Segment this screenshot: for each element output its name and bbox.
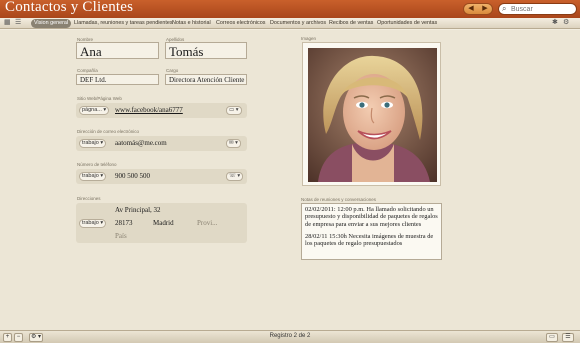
first-name-field[interactable]: Ana xyxy=(76,42,159,59)
province-value[interactable]: Provi... xyxy=(197,219,217,227)
app-title: Contactos y Clientes xyxy=(5,0,134,15)
tab-bar: ▦ ☰ Vision general Llamadas, reuniones y… xyxy=(0,18,580,29)
position-label: Cargo xyxy=(166,68,179,73)
email-label: Dirección de correo electrónico xyxy=(77,129,140,134)
address-type-value: trabajo xyxy=(82,220,99,226)
address-row: trabajo ▾ Av Principal, 32 28173 Madrid … xyxy=(76,203,247,243)
main-panel: Nombre Ana Apellidos Tomás Compañía DEF … xyxy=(0,30,580,330)
position-field[interactable]: Directora Atención Cliente xyxy=(165,74,247,85)
last-name-field[interactable]: Tomás xyxy=(165,42,247,59)
website-value[interactable]: www.facebook/ana6777 xyxy=(115,106,183,114)
website-type-select[interactable]: págna... ▾ xyxy=(79,106,110,115)
list-view-icon[interactable]: ☰ xyxy=(15,19,21,27)
position-value: Directora Atención Cliente xyxy=(169,76,245,84)
phone-type-value: trabajo xyxy=(82,173,99,179)
contact-photo xyxy=(308,48,437,182)
sidebar-toggle-button[interactable]: ☰ xyxy=(562,333,574,342)
bottom-bar: + − ⚙ ▾ Registro 2 de 2 ▭ ☰ xyxy=(0,330,580,343)
search-box: ⌕ xyxy=(498,3,577,15)
company-label: Compañía xyxy=(77,68,98,73)
website-action-button[interactable]: ▭ ▾ xyxy=(226,106,242,115)
company-field[interactable]: DEF Ltd. xyxy=(76,74,159,85)
record-navigation: ◀ ▶ xyxy=(463,3,493,15)
chevron-down-icon: ▾ xyxy=(100,220,104,226)
tab-correos[interactable]: Correos electrónicos xyxy=(216,19,265,28)
phone-icon: ☏ xyxy=(229,173,236,179)
web-icon: ▭ xyxy=(229,107,235,113)
mail-icon: ✉ xyxy=(229,140,234,146)
tab-oportunidades[interactable]: Oportunidades de ventas xyxy=(377,19,437,28)
search-icon: ⌕ xyxy=(502,4,507,13)
image-label: Imagen xyxy=(301,36,317,41)
chevron-down-icon: ▾ xyxy=(100,140,104,146)
edit-layout-button[interactable]: ▭ xyxy=(546,333,558,342)
portrait-image xyxy=(308,48,437,182)
street-value[interactable]: Av Principal, 32 xyxy=(115,206,161,214)
chevron-down-icon: ▾ xyxy=(235,107,239,113)
notes-label: Notas de reuniones y conversaciones xyxy=(301,197,377,202)
title-bar: Contactos y Clientes ◀ ▶ ⌕ xyxy=(0,0,580,18)
website-label: Sitio Web/Página Web xyxy=(77,96,122,101)
address-type-select[interactable]: trabajo ▾ xyxy=(79,219,107,228)
note-entry: 28/02/11 15:30h Necesita imágenes de mue… xyxy=(305,232,434,248)
list-icon: ☰ xyxy=(565,334,571,340)
notes-field[interactable]: 02/02/2011: 12:00 p.m. Ha llamado solici… xyxy=(301,203,442,260)
tab-notas[interactable]: Notas e historial xyxy=(172,19,211,28)
country-value[interactable]: País xyxy=(115,232,127,240)
forward-icon[interactable]: ▶ xyxy=(478,4,492,14)
phone-value[interactable]: 900 500 500 xyxy=(115,172,150,180)
settings-icon[interactable]: ✱ xyxy=(552,19,558,27)
last-name-value: Tomás xyxy=(169,44,204,59)
email-value[interactable]: aatomás@me.com xyxy=(115,139,167,147)
web-icon: ▭ xyxy=(549,334,555,340)
chevron-down-icon: ▾ xyxy=(237,173,241,179)
note-entry: 02/02/2011: 12:00 p.m. Ha llamado solici… xyxy=(305,206,438,228)
photo-frame[interactable] xyxy=(302,42,441,186)
gear-icon[interactable]: ⚙ xyxy=(563,19,569,27)
record-status: Registro 2 de 2 xyxy=(269,333,311,339)
phone-action-button[interactable]: ☏ ▾ xyxy=(226,172,244,181)
tab-documentos[interactable]: Documentos y archivos xyxy=(270,19,326,28)
first-name-value: Ana xyxy=(80,44,102,59)
email-row: trabajo ▾ aatomás@me.com ✉ ▾ xyxy=(76,136,247,151)
chevron-down-icon: ▾ xyxy=(235,140,238,146)
website-row: págna... ▾ www.facebook/ana6777 ▭ ▾ xyxy=(76,103,247,118)
address-label: Direcciones xyxy=(77,196,101,201)
email-type-value: trabajo xyxy=(82,140,99,146)
back-icon[interactable]: ◀ xyxy=(464,4,478,14)
grid-view-icon[interactable]: ▦ xyxy=(4,19,11,27)
chevron-down-icon: ▾ xyxy=(100,173,104,179)
company-value: DEF Ltd. xyxy=(80,76,107,84)
email-action-button[interactable]: ✉ ▾ xyxy=(226,139,241,148)
city-value[interactable]: Madrid xyxy=(153,219,174,227)
chevron-down-icon: ▾ xyxy=(103,107,107,113)
phone-label: Número de teléfono xyxy=(77,162,117,167)
postcode-value[interactable]: 28173 xyxy=(115,219,133,227)
tab-recibos[interactable]: Recibos de ventas xyxy=(329,19,373,28)
email-type-select[interactable]: trabajo ▾ xyxy=(79,139,107,148)
phone-type-select[interactable]: trabajo ▾ xyxy=(79,172,107,181)
tab-llamadas[interactable]: Llamadas, reuniones y tareas pendientes xyxy=(74,19,173,28)
tab-vision-general[interactable]: Vision general xyxy=(31,19,72,28)
phone-row: trabajo ▾ 900 500 500 ☏ ▾ xyxy=(76,169,247,184)
search-input[interactable] xyxy=(511,4,573,14)
website-type-value: págna... xyxy=(82,107,102,113)
